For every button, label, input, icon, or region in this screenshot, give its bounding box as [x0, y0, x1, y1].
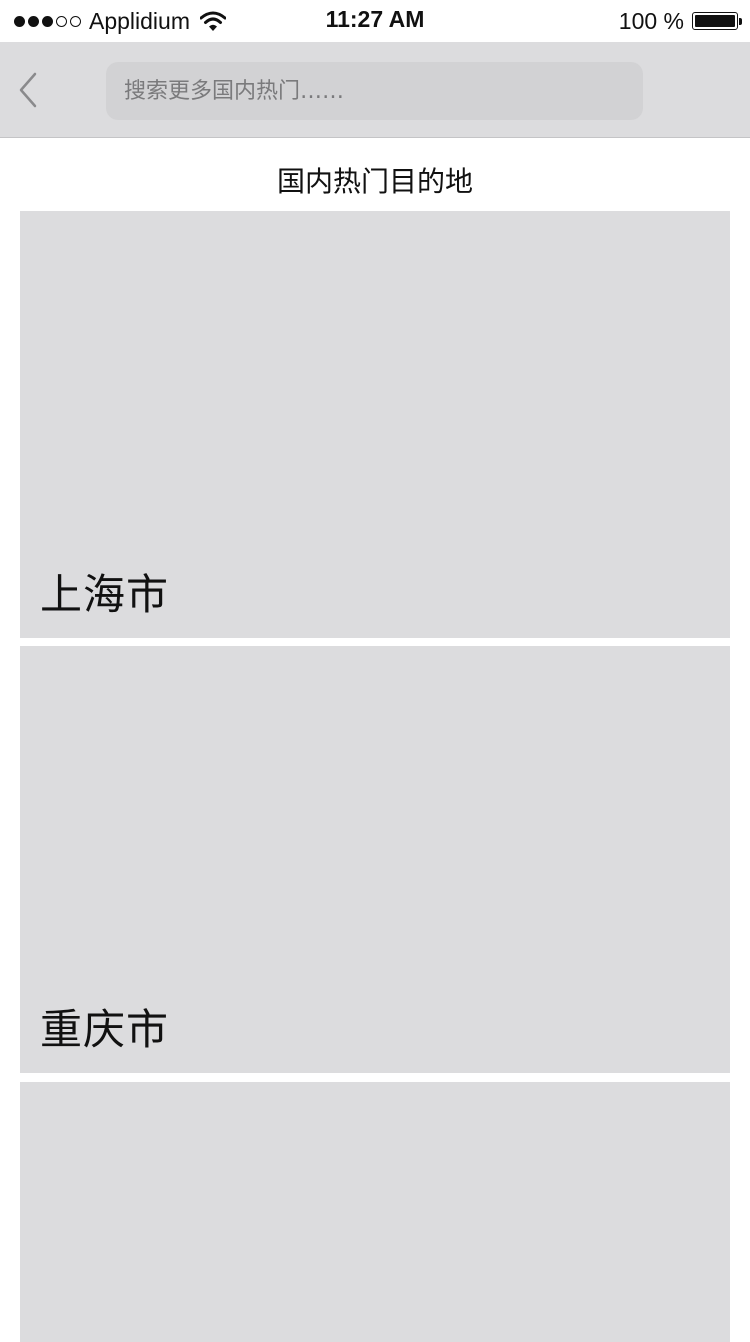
- section-title: 国内热门目的地: [276, 165, 473, 198]
- search-input[interactable]: [124, 78, 643, 104]
- battery-icon: [692, 12, 742, 30]
- status-right: 100 %: [618, 7, 742, 35]
- destination-name: 重庆市: [40, 1005, 170, 1054]
- destination-name: 上海市: [40, 570, 170, 619]
- battery-percentage: 100 %: [618, 7, 684, 34]
- status-bar: Applidium 11:27 AM 100 %: [0, 0, 750, 42]
- nav-bar: [0, 42, 750, 138]
- back-button[interactable]: [8, 66, 48, 114]
- destination-card[interactable]: 上海市: [20, 211, 730, 638]
- search-box[interactable]: [106, 62, 643, 120]
- chevron-left-icon: [19, 72, 37, 108]
- destination-card[interactable]: 重庆市: [20, 646, 730, 1073]
- destination-card[interactable]: [20, 1082, 730, 1342]
